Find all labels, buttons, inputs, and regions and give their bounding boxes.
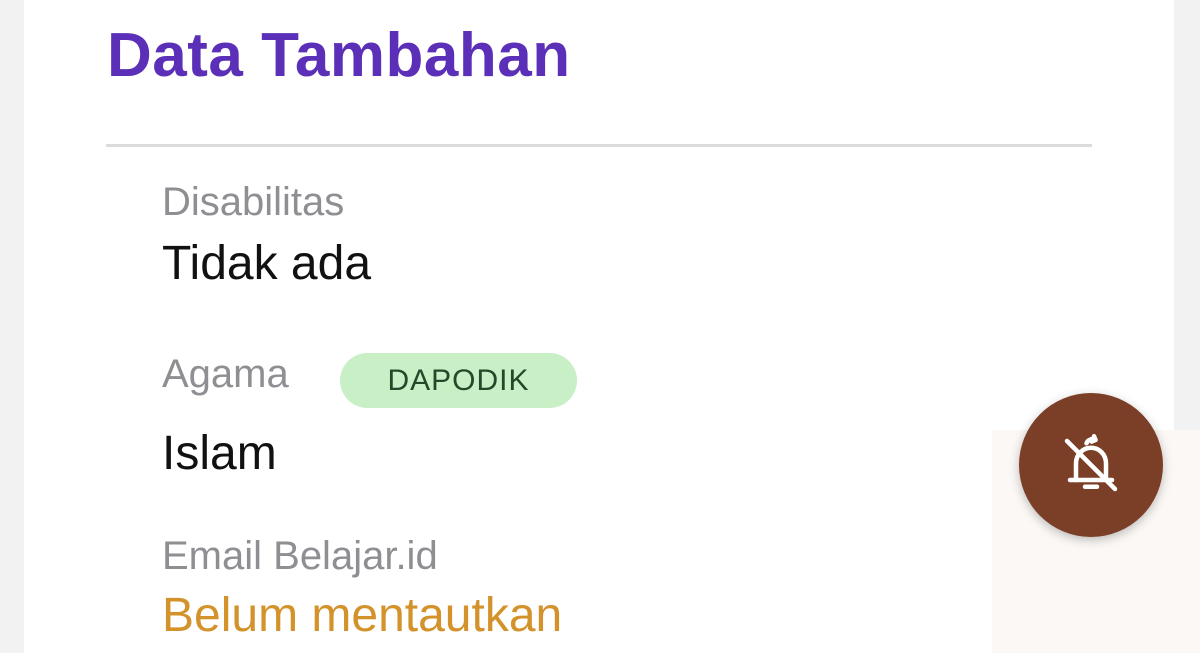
page: Data Tambahan Disabilitas Tidak ada Agam… bbox=[0, 0, 1200, 653]
section-title: Data Tambahan bbox=[107, 21, 571, 90]
email-value: Belum mentautkan bbox=[162, 589, 563, 642]
dapodik-badge: DAPODIK bbox=[340, 353, 577, 408]
disability-value: Tidak ada bbox=[162, 237, 372, 290]
notifications-off-sync-icon bbox=[1064, 433, 1118, 492]
religion-label: Agama bbox=[162, 352, 289, 396]
divider bbox=[106, 144, 1092, 147]
notification-toggle-button[interactable] bbox=[1019, 393, 1163, 537]
religion-value: Islam bbox=[162, 427, 277, 480]
disability-label: Disabilitas bbox=[162, 180, 345, 224]
email-label: Email Belajar.id bbox=[162, 534, 438, 578]
